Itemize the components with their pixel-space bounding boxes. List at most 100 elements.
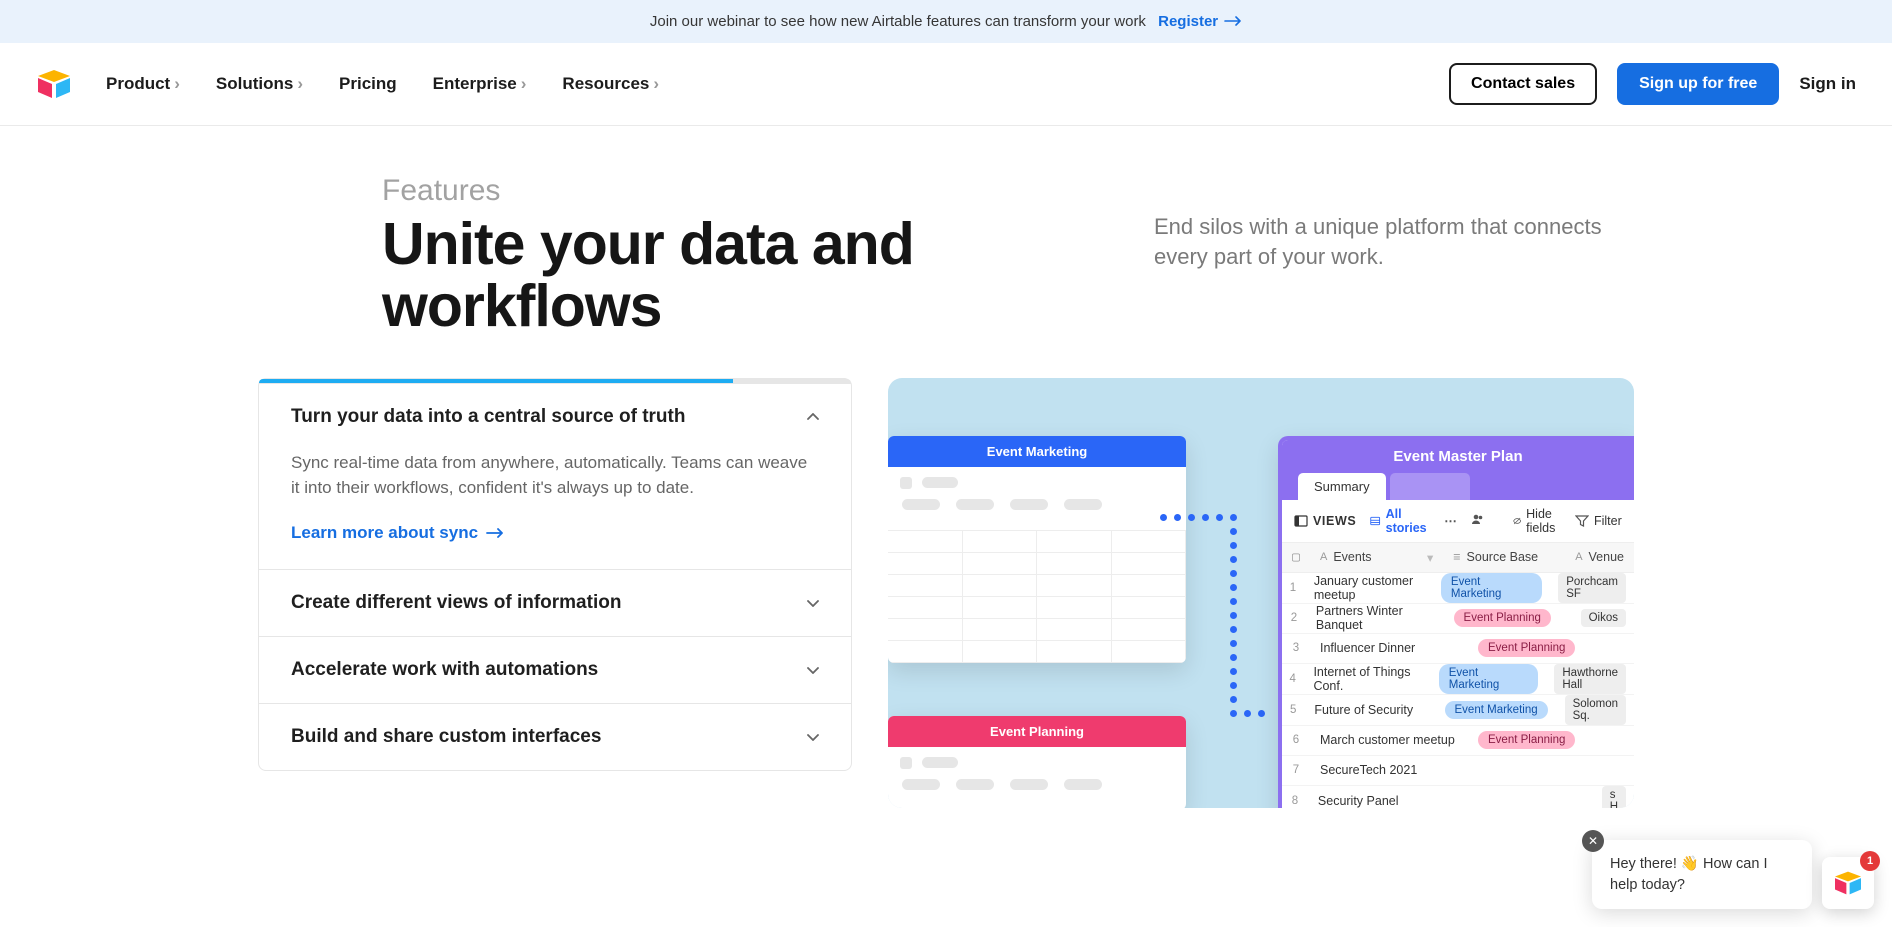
signup-button[interactable]: Sign up for free	[1617, 63, 1779, 105]
chevron-down-icon	[807, 661, 819, 679]
col-source[interactable]: ≡Source Base	[1443, 543, 1565, 572]
col-events-label: Events	[1333, 550, 1371, 564]
tab-empty	[1390, 473, 1470, 500]
event-marketing-title: Event Marketing	[888, 436, 1186, 467]
cell-venue: Hawthorne Hall	[1546, 664, 1634, 694]
accordion-head-3[interactable]: Accelerate work with automations	[259, 637, 851, 703]
signin-link[interactable]: Sign in	[1799, 74, 1856, 94]
accordion-head-2[interactable]: Create different views of information	[259, 570, 851, 636]
cell-event: Internet of Things Conf.	[1303, 665, 1430, 693]
cell-event: SecureTech 2021	[1310, 763, 1470, 777]
row-number: 4	[1282, 673, 1303, 685]
cell-event: Influencer Dinner	[1310, 641, 1470, 655]
accordion-title-1: Turn your data into a central source of …	[291, 406, 685, 428]
learn-more-label: Learn more about sync	[291, 523, 478, 543]
more-icon[interactable]: ⋯	[1444, 513, 1457, 528]
col-venue-label: Venue	[1589, 550, 1624, 564]
all-stories-view[interactable]: All stories	[1370, 507, 1430, 535]
logo[interactable]	[36, 68, 72, 100]
table-row[interactable]: 3Influencer DinnerEvent Planning	[1282, 634, 1634, 664]
accordion-desc-1: Sync real-time data from anywhere, autom…	[291, 450, 819, 501]
table-row[interactable]: 2Partners Winter BanquetEvent PlanningOi…	[1282, 604, 1634, 634]
cell-event: January customer meetup	[1304, 574, 1433, 602]
chevron-up-icon	[807, 408, 819, 426]
contact-sales-button[interactable]: Contact sales	[1449, 63, 1597, 105]
hide-fields-label: Hide fields	[1526, 507, 1561, 535]
row-number: 2	[1282, 612, 1306, 624]
arrow-right-icon	[1224, 13, 1242, 30]
master-tabs: Summary	[1282, 473, 1634, 500]
announcement-cta-label: Register	[1158, 13, 1218, 30]
cell-source: Event Marketing	[1437, 701, 1557, 719]
event-marketing-card: Event Marketing	[888, 436, 1186, 663]
chevron-right-icon: ›	[653, 74, 659, 94]
people-icon[interactable]	[1471, 512, 1485, 529]
cell-venue: Porchcam SF	[1550, 573, 1634, 603]
chat-close-button[interactable]: ✕	[1582, 830, 1604, 852]
all-stories-label: All stories	[1386, 507, 1431, 535]
nav-enterprise[interactable]: Enterprise›	[433, 74, 527, 94]
accordion-item-1: Turn your data into a central source of …	[259, 383, 851, 569]
accordion-title-2: Create different views of information	[291, 592, 621, 614]
nav-product-label: Product	[106, 74, 170, 94]
nav-resources-label: Resources	[562, 74, 649, 94]
main-nav: Product› Solutions› Pricing Enterprise› …	[0, 43, 1892, 126]
table-row[interactable]: 6March customer meetupEvent Planning	[1282, 726, 1634, 756]
nav-solutions[interactable]: Solutions›	[216, 74, 303, 94]
accordion-head-4[interactable]: Build and share custom interfaces	[259, 704, 851, 770]
checkbox-header[interactable]	[1282, 543, 1310, 572]
cell-source: Event Planning	[1470, 639, 1616, 657]
learn-more-sync-link[interactable]: Learn more about sync	[291, 523, 504, 543]
nav-enterprise-label: Enterprise	[433, 74, 517, 94]
accordion-body-1: Sync real-time data from anywhere, autom…	[259, 450, 851, 569]
cell-venue: Solomon Sq.	[1557, 695, 1634, 725]
cell-venue: Oikos	[1573, 609, 1634, 627]
table-row[interactable]: 4Internet of Things Conf.Event Marketing…	[1282, 664, 1634, 695]
row-number: 5	[1282, 704, 1304, 716]
views-toggle[interactable]: VIEWS	[1294, 514, 1356, 528]
announcement-text: Join our webinar to see how new Airtable…	[650, 13, 1146, 30]
chat-widget: ✕ Hey there! 👋 How can I help today? 1	[1592, 840, 1874, 909]
cell-event: Future of Security	[1304, 703, 1436, 717]
master-table: AEvents▾ ≡Source Base AVenue 1January cu…	[1282, 543, 1634, 808]
table-row[interactable]: 8Security Panels H	[1282, 786, 1634, 808]
col-venue[interactable]: AVenue	[1565, 543, 1634, 572]
illustration-panel: Event Marketing Event	[888, 378, 1634, 808]
nav-product[interactable]: Product›	[106, 74, 180, 94]
event-planning-title: Event Planning	[888, 716, 1186, 747]
tab-summary[interactable]: Summary	[1298, 473, 1386, 500]
cell-venue: s H	[1594, 786, 1634, 808]
table-row[interactable]: 7SecureTech 2021	[1282, 756, 1634, 786]
nav-pricing-label: Pricing	[339, 74, 397, 94]
filter-button[interactable]: Filter	[1575, 514, 1622, 528]
chevron-right-icon: ›	[521, 74, 527, 94]
accordion-item-2: Create different views of information	[259, 569, 851, 636]
nav-resources[interactable]: Resources›	[562, 74, 659, 94]
announcement-register-link[interactable]: Register	[1158, 13, 1242, 30]
arrow-right-icon	[486, 523, 504, 543]
views-label: VIEWS	[1313, 514, 1356, 528]
table-row[interactable]: 5Future of SecurityEvent MarketingSolomo…	[1282, 695, 1634, 726]
nav-solutions-label: Solutions	[216, 74, 293, 94]
col-events[interactable]: AEvents▾	[1310, 543, 1443, 572]
chat-bubble: ✕ Hey there! 👋 How can I help today?	[1592, 840, 1812, 909]
cell-source: Event Planning	[1470, 731, 1616, 749]
cell-event: March customer meetup	[1310, 733, 1470, 747]
chevron-down-icon	[807, 728, 819, 746]
chat-badge: 1	[1860, 851, 1880, 871]
nav-pricing[interactable]: Pricing	[339, 74, 397, 94]
announcement-bar: Join our webinar to see how new Airtable…	[0, 0, 1892, 43]
row-number: 1	[1282, 582, 1304, 594]
table-row[interactable]: 1January customer meetupEvent MarketingP…	[1282, 573, 1634, 604]
event-master-plan-card: Event Master Plan Summary VIEWS All stor…	[1278, 436, 1634, 808]
connector-dots	[1160, 514, 1290, 724]
accordion-title-4: Build and share custom interfaces	[291, 726, 601, 748]
accordion-head-1[interactable]: Turn your data into a central source of …	[259, 384, 851, 450]
master-plan-title: Event Master Plan	[1282, 440, 1634, 473]
event-planning-card: Event Planning	[888, 716, 1186, 808]
chat-launcher-button[interactable]: 1	[1822, 857, 1874, 909]
row-number: 6	[1282, 734, 1310, 746]
hide-fields-button[interactable]: Hide fields	[1513, 507, 1561, 535]
master-toolbar: VIEWS All stories ⋯ Hide fields Filter G…	[1282, 500, 1634, 543]
chevron-right-icon: ›	[297, 74, 303, 94]
